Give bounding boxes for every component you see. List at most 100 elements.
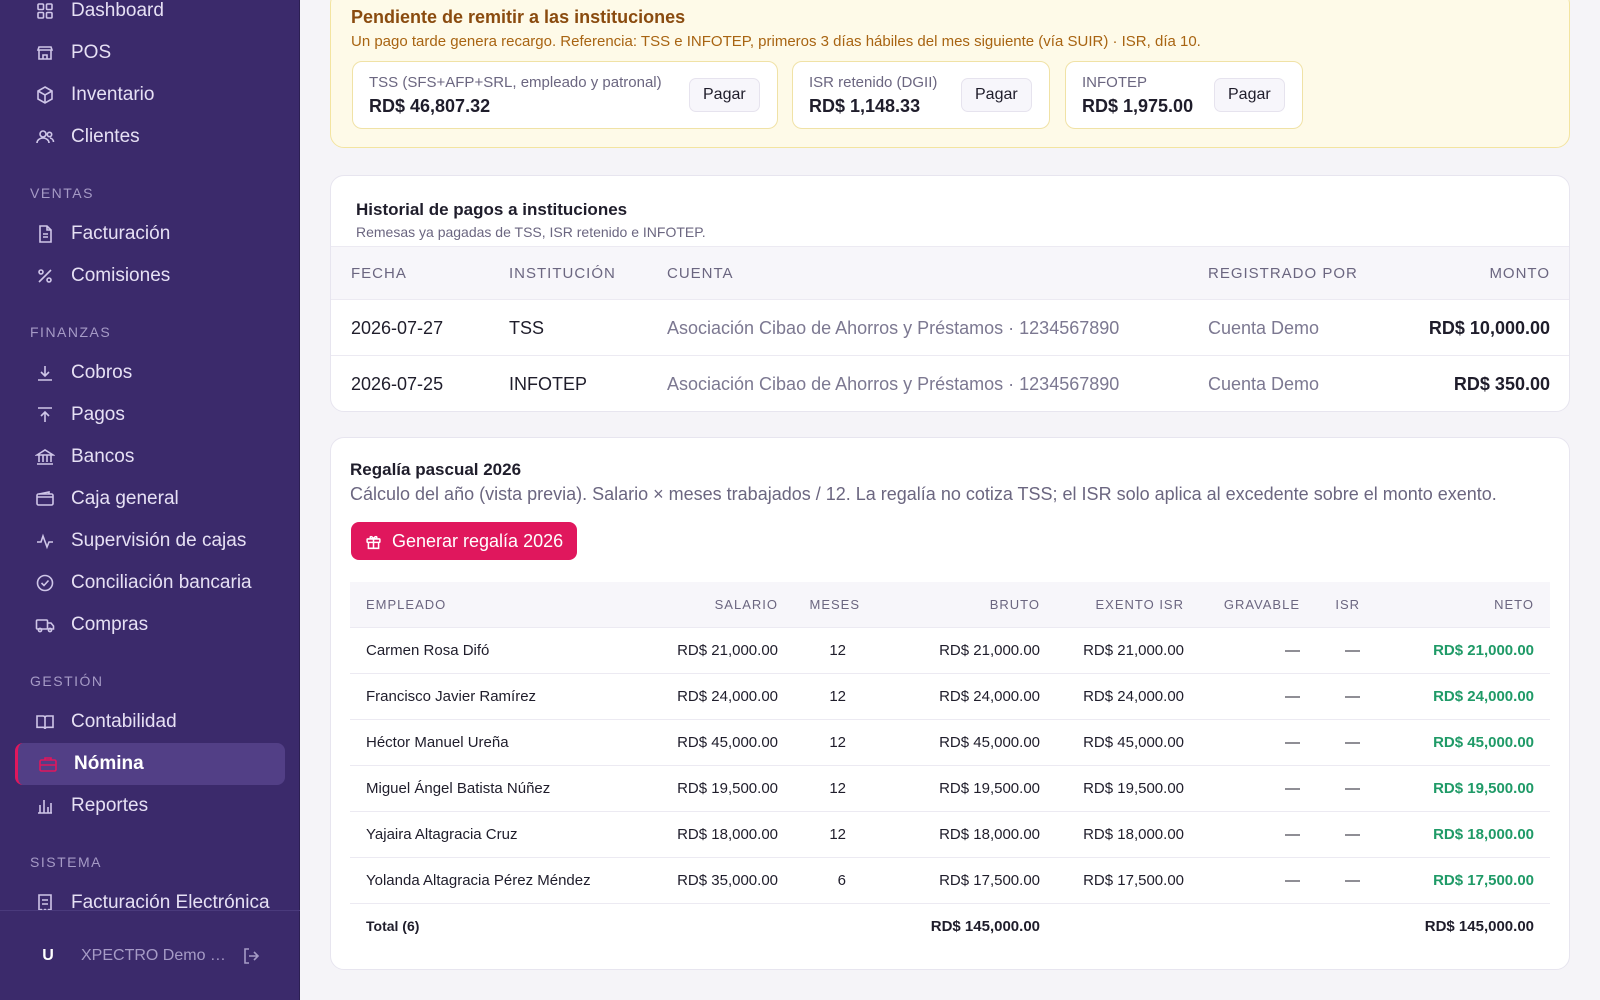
sidebar-item-reportes[interactable]: Reportes — [0, 785, 300, 827]
logout-icon[interactable] — [241, 946, 261, 966]
total-label: Total (6) — [366, 918, 420, 934]
column-header-monto: MONTO — [1489, 265, 1550, 282]
column-header-bruto: BRUTO — [989, 597, 1040, 612]
generate-regalia-button[interactable]: Generar regalía 2026 — [351, 522, 578, 560]
sidebar-item-label: Inventario — [71, 84, 155, 105]
column-header-fecha: FECHA — [351, 265, 407, 282]
cell-isr: — — [1345, 826, 1360, 843]
cell-meses: 12 — [829, 688, 846, 705]
cell-gravable: — — [1285, 872, 1300, 889]
pending-title: Pendiente de remitir a las instituciones — [351, 7, 686, 27]
sidebar-item-label: Clientes — [71, 126, 140, 147]
pending-subtitle: Un pago tarde genera recargo. Referencia… — [351, 33, 1201, 50]
cell-exento: RD$ 24,000.00 — [1083, 688, 1184, 705]
sidebar-item-supervision-cajas[interactable]: Supervisión de cajas — [0, 520, 300, 562]
sidebar-item-label: Cobros — [71, 362, 133, 383]
table-row: Miguel Ángel Batista Núñez RD$ 19,500.00 1… — [350, 766, 1550, 812]
sidebar-item-contabilidad[interactable]: Contabilidad — [0, 701, 300, 743]
cell-gravable: — — [1285, 688, 1300, 705]
column-header-gravable: GRAVABLE — [1223, 597, 1300, 612]
cell-bruto: RD$ 17,500.00 — [939, 872, 1040, 889]
pending-box-infotep: INFOTEP RD$ 1,975.00 Pagar — [1065, 61, 1303, 129]
sidebar-item-pagos[interactable]: Pagos — [0, 394, 300, 436]
check-circle-icon — [35, 573, 55, 593]
cell-meses: 6 — [837, 872, 846, 889]
pending-box-label: TSS (SFS+AFP+SRL, empleado y patronal) — [369, 74, 662, 91]
pay-infotep-button[interactable]: Pagar — [1214, 78, 1285, 112]
cell-monto: RD$ 350.00 — [1453, 374, 1550, 394]
cell-bruto: RD$ 19,500.00 — [939, 780, 1040, 797]
sidebar-item-label: Pagos — [71, 404, 125, 425]
sidebar-item-label: Nómina — [74, 753, 144, 774]
sidebar-item-dashboard[interactable]: Dashboard — [0, 0, 300, 32]
sidebar-item-clientes[interactable]: Clientes — [0, 116, 300, 158]
cell-salario: RD$ 21,000.00 — [677, 642, 778, 659]
sidebar-item-inventario[interactable]: Inventario — [0, 74, 300, 116]
cell-gravable: — — [1285, 734, 1300, 751]
sidebar-item-label: Facturación Electrónica — [71, 892, 270, 910]
sidebar-nav[interactable]: Dashboard POS Inventario Clientes VENTAS… — [0, 0, 300, 910]
table-row: Francisco Javier Ramírez RD$ 24,000.00 12 R… — [350, 674, 1550, 720]
cell-institucion: INFOTEP — [509, 374, 588, 394]
pending-remittance-card: Pendiente de remitir a las instituciones… — [330, 0, 1570, 148]
box-icon — [35, 85, 55, 105]
cell-exento: RD$ 17,500.00 — [1083, 872, 1184, 889]
cell-empleado: Miguel Ángel Batista Núñez — [366, 780, 551, 797]
cell-gravable: — — [1285, 642, 1300, 659]
table-row: Yolanda Altagracia Pérez Méndez RD$ 35,00… — [350, 858, 1550, 904]
regalia-table-body: Carmen Rosa Difó RD$ 21,000.00 12 RD$ 21,00… — [350, 628, 1550, 904]
sidebar-item-label: Caja general — [71, 488, 179, 509]
regalia-table-header: EMPLEADO SALARIO MESES BRUTO EXENTO ISR … — [350, 582, 1550, 628]
avatar[interactable]: U — [38, 947, 58, 965]
cell-meses: 12 — [829, 734, 846, 751]
column-header-meses: MESES — [809, 597, 860, 612]
cell-empleado: Francisco Javier Ramírez — [366, 688, 537, 705]
cell-empleado: Héctor Manuel Ureña — [366, 734, 509, 751]
pay-tss-button[interactable]: Pagar — [689, 78, 760, 112]
column-header-salario: SALARIO — [714, 597, 778, 612]
table-row: Héctor Manuel Ureña RD$ 45,000.00 12 RD$ 45… — [350, 720, 1550, 766]
cell-registrado: Cuenta Demo — [1208, 318, 1320, 338]
cell-bruto: RD$ 45,000.00 — [939, 734, 1040, 751]
sidebar-item-bancos[interactable]: Bancos — [0, 436, 300, 478]
cell-institucion: TSS — [509, 318, 545, 338]
cell-isr: — — [1345, 734, 1360, 751]
sidebar-item-label: Facturación — [71, 223, 171, 244]
sidebar-item-nomina[interactable]: Nómina — [15, 743, 285, 785]
table-row: 2026-07-25 INFOTEP Asociación Cibao de A… — [331, 356, 1569, 411]
history-title: Historial de pagos a instituciones — [356, 200, 628, 219]
cell-isr: — — [1345, 688, 1360, 705]
sidebar-item-facturacion[interactable]: Facturación — [0, 213, 300, 255]
sidebar-item-label: Comisiones — [71, 265, 171, 286]
cell-meses: 12 — [829, 642, 846, 659]
sidebar-item-conciliacion[interactable]: Conciliación bancaria — [0, 562, 300, 604]
pay-isr-button[interactable]: Pagar — [961, 78, 1032, 112]
table-row: 2026-07-27 TSS Asociación Cibao de Ahorr… — [331, 300, 1569, 356]
sidebar-item-caja-general[interactable]: Caja general — [0, 478, 300, 520]
section-label-ventas: VENTAS — [30, 185, 94, 201]
cell-empleado: Yolanda Altagracia Pérez Méndez — [366, 872, 591, 889]
sidebar-item-label: POS — [71, 42, 112, 63]
sidebar-item-label: Bancos — [71, 446, 135, 467]
cell-exento: RD$ 19,500.00 — [1083, 780, 1184, 797]
sidebar-footer: U XPECTRO Demo S... — [0, 910, 300, 1000]
total-bruto: RD$ 145,000.00 — [930, 918, 1040, 935]
sidebar-item-compras[interactable]: Compras — [0, 604, 300, 646]
sidebar-item-comisiones[interactable]: Comisiones — [0, 255, 300, 297]
cell-neto: RD$ 45,000.00 — [1433, 734, 1534, 751]
sidebar-item-label: Compras — [71, 614, 149, 635]
sidebar-item-cobros[interactable]: Cobros — [0, 352, 300, 394]
bar-chart-icon — [35, 796, 55, 816]
users-icon — [35, 127, 55, 147]
section-label-finanzas: FINANZAS — [30, 324, 112, 340]
cell-empleado: Yajaira Altagracia Cruz — [366, 826, 518, 843]
cell-cuenta: Asociación Cibao de Ahorros y Préstamos … — [667, 374, 1120, 394]
column-header-cuenta: CUENTA — [667, 265, 734, 282]
cell-bruto: RD$ 21,000.00 — [939, 642, 1040, 659]
cell-bruto: RD$ 24,000.00 — [939, 688, 1040, 705]
sidebar-item-pos[interactable]: POS — [0, 32, 300, 74]
cell-neto: RD$ 18,000.00 — [1433, 826, 1534, 843]
cell-exento: RD$ 45,000.00 — [1083, 734, 1184, 751]
cell-neto: RD$ 19,500.00 — [1433, 780, 1534, 797]
sidebar-item-facturacion-electronica[interactable]: Facturación Electrónica — [0, 882, 300, 910]
